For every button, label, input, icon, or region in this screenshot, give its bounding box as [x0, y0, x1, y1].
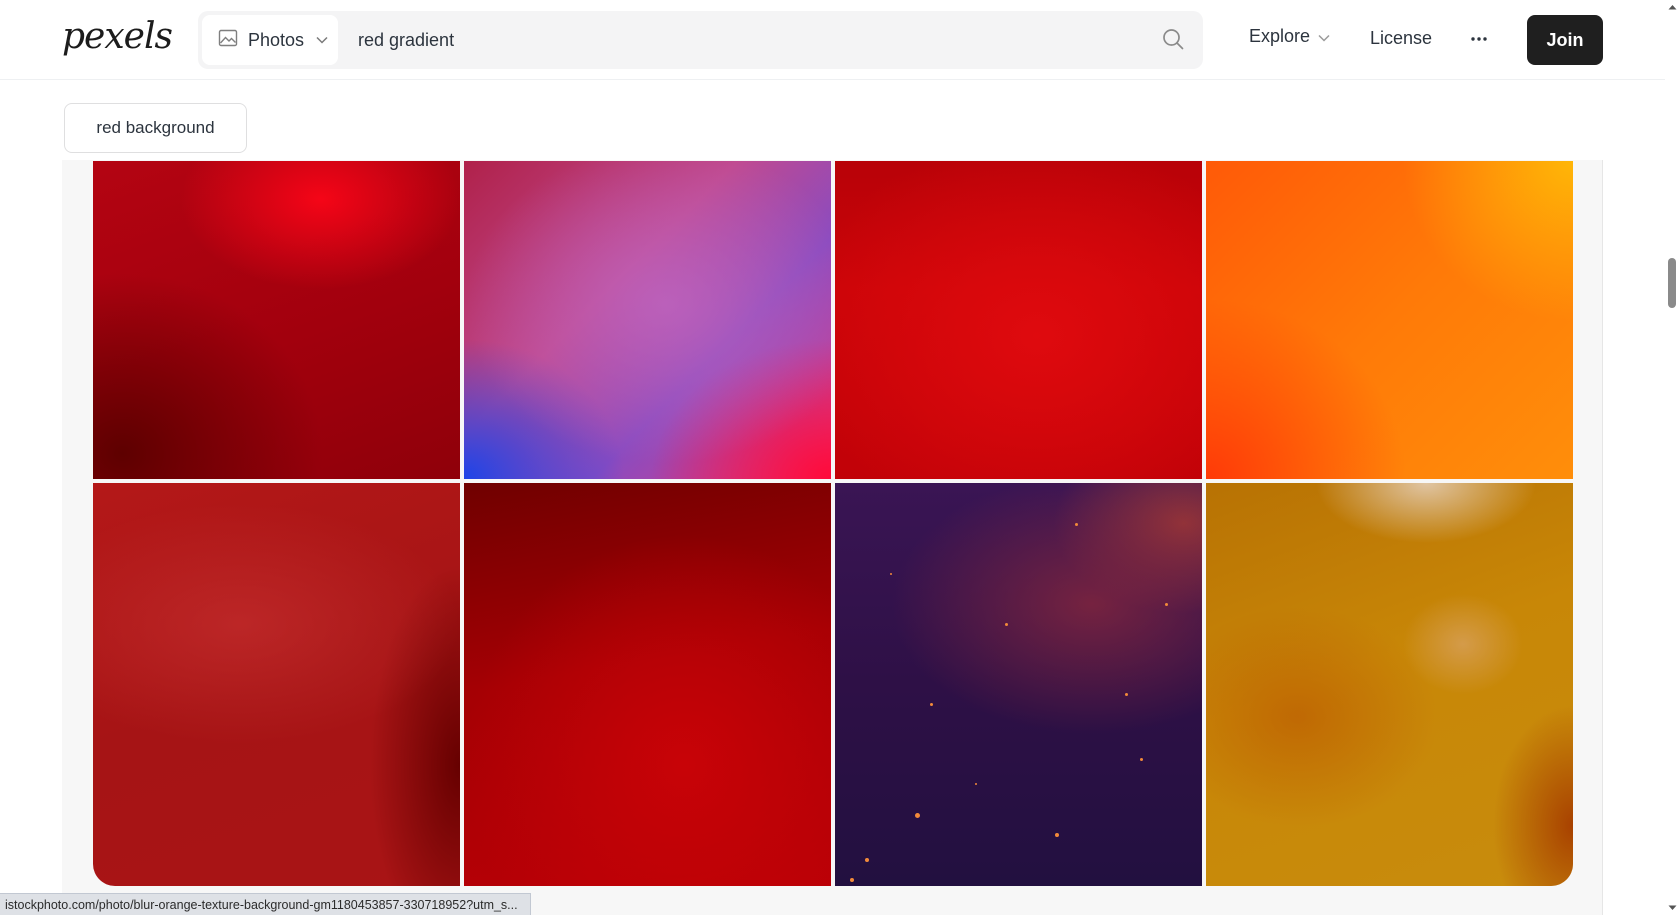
- spark-decoration: [1005, 623, 1008, 626]
- photo-tile[interactable]: [835, 161, 1202, 479]
- photo-tile[interactable]: [464, 161, 831, 479]
- pexels-logo[interactable]: pexels: [62, 16, 152, 62]
- spark-decoration: [865, 858, 869, 862]
- photo-tile[interactable]: [1206, 483, 1573, 886]
- vertical-scrollbar[interactable]: [1665, 0, 1680, 915]
- spark-decoration: [1125, 693, 1128, 696]
- scroll-down-arrow-icon[interactable]: [1665, 901, 1680, 915]
- search-type-dropdown[interactable]: Photos: [202, 15, 338, 65]
- search-icon[interactable]: [1161, 27, 1187, 53]
- more-options-icon[interactable]: [1468, 26, 1490, 52]
- top-navigation-bar: pexels Photos Explore License Join: [0, 0, 1665, 80]
- photo-tile[interactable]: [93, 483, 460, 886]
- spark-decoration: [930, 703, 933, 706]
- spark-decoration: [1165, 603, 1168, 606]
- scroll-up-arrow-icon[interactable]: [1665, 0, 1680, 14]
- scrollbar-thumb[interactable]: [1668, 258, 1676, 308]
- spark-decoration: [915, 813, 920, 818]
- search-input[interactable]: [358, 11, 1138, 69]
- photo-grid: [93, 161, 1573, 886]
- related-search-chip[interactable]: red background: [64, 103, 247, 153]
- photo-tile[interactable]: [464, 483, 831, 886]
- license-link[interactable]: License: [1370, 28, 1432, 49]
- image-icon: [218, 28, 238, 53]
- photo-tile[interactable]: [93, 161, 460, 479]
- explore-menu[interactable]: Explore: [1249, 26, 1330, 47]
- chevron-down-icon: [1318, 26, 1330, 47]
- search-bar: Photos: [198, 11, 1203, 69]
- search-type-label: Photos: [248, 30, 304, 51]
- spark-decoration: [1075, 523, 1078, 526]
- spark-decoration: [1140, 758, 1143, 761]
- photo-tile[interactable]: [1206, 161, 1573, 479]
- join-button[interactable]: Join: [1527, 15, 1603, 65]
- spark-decoration: [850, 878, 854, 882]
- browser-status-bar: istockphoto.com/photo/blur-orange-textur…: [0, 893, 531, 915]
- spark-decoration: [975, 783, 977, 785]
- spark-decoration: [890, 573, 892, 575]
- related-searches-row: [62, 80, 1603, 160]
- explore-label: Explore: [1249, 26, 1310, 47]
- chevron-down-icon: [316, 31, 328, 49]
- photo-tile[interactable]: [835, 483, 1202, 886]
- spark-decoration: [1055, 833, 1059, 837]
